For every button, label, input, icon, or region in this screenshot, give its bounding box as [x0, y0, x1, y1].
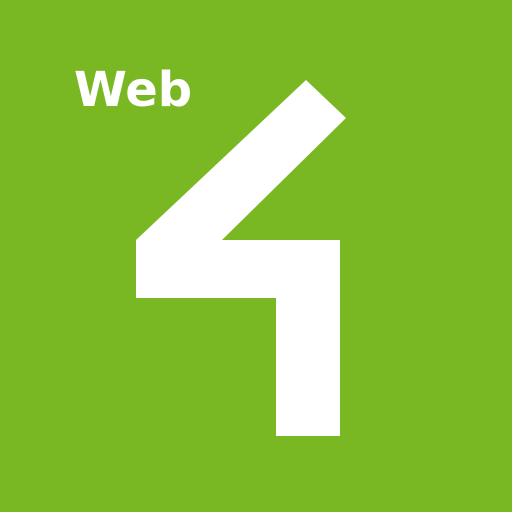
numeral-four-logo-icon: [136, 80, 346, 436]
app-icon: Web: [0, 0, 512, 512]
numeral-four-glyph: [136, 80, 346, 436]
